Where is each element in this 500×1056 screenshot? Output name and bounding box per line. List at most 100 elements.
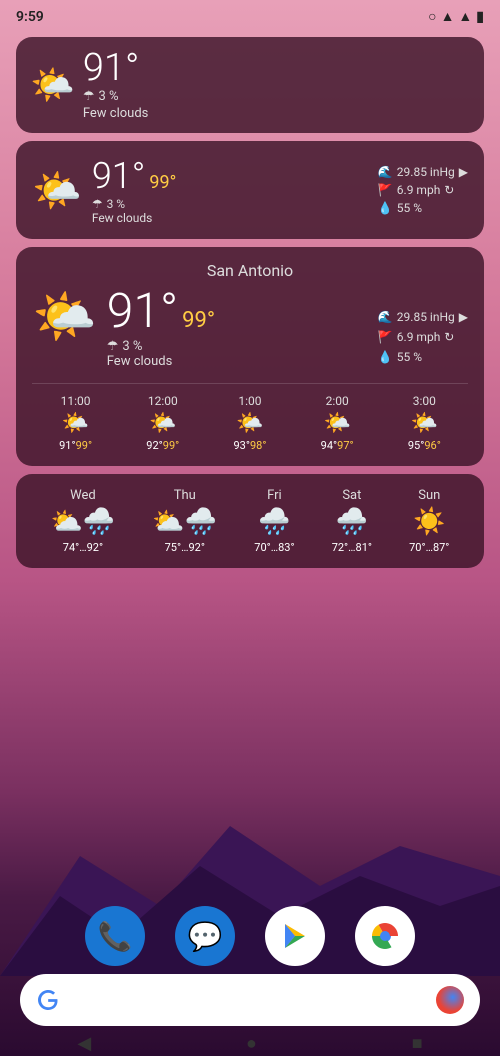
day-name-sun: Sun [418,488,440,503]
weather-icon-large: 🌤️ [32,286,97,347]
temp-sec-large: 99° [182,308,215,333]
nav-recents-button[interactable]: ■ [412,1033,423,1054]
day-name-wed: Wed [70,488,96,503]
humidity-icon-med: 💧 [378,201,393,215]
day-item-thu: Thu ⛅🌧️ 75°…92° [152,488,217,554]
hour-temps-3: 94°97° [321,439,354,452]
messages-icon: 💬 [188,920,223,953]
hour-time-3: 2:00 [326,394,349,408]
hour-icon-0: 🌤️ [62,411,89,436]
phone-icon: 📞 [98,920,133,953]
hour-temps-4: 95°96° [408,439,441,452]
play-store-logo [281,922,309,950]
messages-app-icon[interactable]: 💬 [175,906,235,966]
humidity-val-large: 55 % [397,350,422,364]
hour-time-0: 11:00 [61,394,91,408]
nav-bar: ◀ ● ■ [0,1030,500,1056]
hour-temps-0: 91°99° [59,439,92,452]
pressure-arrow-large: ▶ [459,310,468,324]
day-item-sun: Sun ☀️ 70°…87° [409,488,449,554]
day-name-thu: Thu [174,488,196,503]
weekly-forecast: Wed ⛅🌧️ 74°…92° Thu ⛅🌧️ 75°…92° Fri 🌧️ 7… [32,488,468,554]
wind-val-large: 6.9 mph [397,330,441,344]
day-item-sat: Sat 🌧️ 72°…81° [332,488,372,554]
assistant-icon[interactable] [436,986,464,1014]
search-bar[interactable] [20,974,480,1026]
status-time: 9:59 [16,9,44,25]
wind-arrow-med: ↻ [444,183,454,197]
circle-icon: ○ [428,8,436,25]
day-temps-thu: 75°…92° [165,541,205,554]
pressure-icon-large: 🌊 [378,310,393,324]
wind-arrow-large: ↻ [444,330,454,344]
desc-med: Few clouds [92,211,368,225]
day-item-wed: Wed ⛅🌧️ 74°…92° [51,488,116,554]
wifi-icon: ▲ [441,8,455,25]
day-name-sat: Sat [342,488,361,503]
temp-display-small: 91° [83,49,149,87]
hour-time-4: 3:00 [413,394,436,408]
hour-item-3: 2:00 🌤️ 94°97° [321,394,354,452]
day-temps-wed: 74°…92° [63,541,103,554]
nav-home-button[interactable]: ● [246,1033,257,1054]
weather-widget-large[interactable]: San Antonio 🌤️ 91° 99° ☂ 3 % Few clouds … [16,247,484,466]
day-name-fri: Fri [267,488,282,503]
day-icon-fri: 🌧️ [258,507,290,537]
day-temps-fri: 70°…83° [254,541,294,554]
humidity-val-med: 55 % [397,201,422,215]
nav-back-button[interactable]: ◀ [77,1033,91,1054]
weather-icon-med: 🌤️ [32,167,82,214]
hourly-forecast: 11:00 🌤️ 91°99° 12:00 🌤️ 92°99° 1:00 🌤️ … [32,383,468,452]
rain-icon-small: ☂ [83,89,95,104]
humidity-icon-large: 💧 [378,350,393,364]
pressure-arrow-med: ▶ [459,165,468,179]
play-store-icon[interactable] [265,906,325,966]
wind-icon-large: 🚩 [378,330,393,344]
hour-time-1: 12:00 [148,394,178,408]
hour-item-2: 1:00 🌤️ 93°98° [233,394,266,452]
weather-icon-small: 🌤️ [30,67,75,103]
day-icon-thu: ⛅🌧️ [152,507,217,537]
rain-pct-small: 3 % [98,89,118,104]
hour-item-4: 3:00 🌤️ 95°96° [408,394,441,452]
city-name: San Antonio [32,261,468,280]
hour-icon-1: 🌤️ [149,411,176,436]
hour-item-0: 11:00 🌤️ 91°99° [59,394,92,452]
day-temps-sun: 70°…87° [409,541,449,554]
hour-icon-2: 🌤️ [236,411,263,436]
chrome-logo [370,921,400,951]
wind-val-med: 6.9 mph [397,183,441,197]
hour-temps-1: 92°99° [146,439,179,452]
pressure-val-large: 29.85 inHg [397,310,455,324]
hour-icon-4: 🌤️ [411,411,438,436]
desc-small: Few clouds [83,106,149,121]
pressure-icon-med: 🌊 [378,165,393,179]
google-logo [36,988,60,1012]
weather-widget-small[interactable]: 🌤️ 91° ☂ 3 % Few clouds [16,37,484,133]
phone-app-icon[interactable]: 📞 [85,906,145,966]
temp-main-large: 91° [107,282,178,339]
rain-icon-large: ☂ [107,339,119,354]
app-dock: 📞 💬 [0,906,500,966]
temp-main-med: 91° [92,155,146,197]
wind-icon-med: 🚩 [378,183,393,197]
status-icons: ○ ▲ ▲ ▮ [428,8,484,25]
temp-sec-med: 99° [149,172,176,193]
rain-icon-med: ☂ [92,197,103,211]
hour-time-2: 1:00 [238,394,261,408]
weather-widget-medium[interactable]: 🌤️ 91° 99° ☂ 3 % Few clouds 🌊 29.85 inHg… [16,141,484,239]
day-item-fri: Fri 🌧️ 70°…83° [254,488,294,554]
rain-pct-med: 3 % [107,197,126,211]
pressure-val-med: 29.85 inHg [397,165,455,179]
hour-item-1: 12:00 🌤️ 92°99° [146,394,179,452]
desc-large: Few clouds [107,354,368,369]
hour-icon-3: 🌤️ [323,411,350,436]
signal-icon: ▲ [458,8,472,25]
hour-temps-2: 93°98° [233,439,266,452]
chrome-app-icon[interactable] [355,906,415,966]
day-icon-sat: 🌧️ [336,507,368,537]
day-icon-sun: ☀️ [413,507,445,537]
rain-pct-large: 3 % [122,339,142,354]
day-temps-sat: 72°…81° [332,541,372,554]
weather-widget-weekly[interactable]: Wed ⛅🌧️ 74°…92° Thu ⛅🌧️ 75°…92° Fri 🌧️ 7… [16,474,484,568]
